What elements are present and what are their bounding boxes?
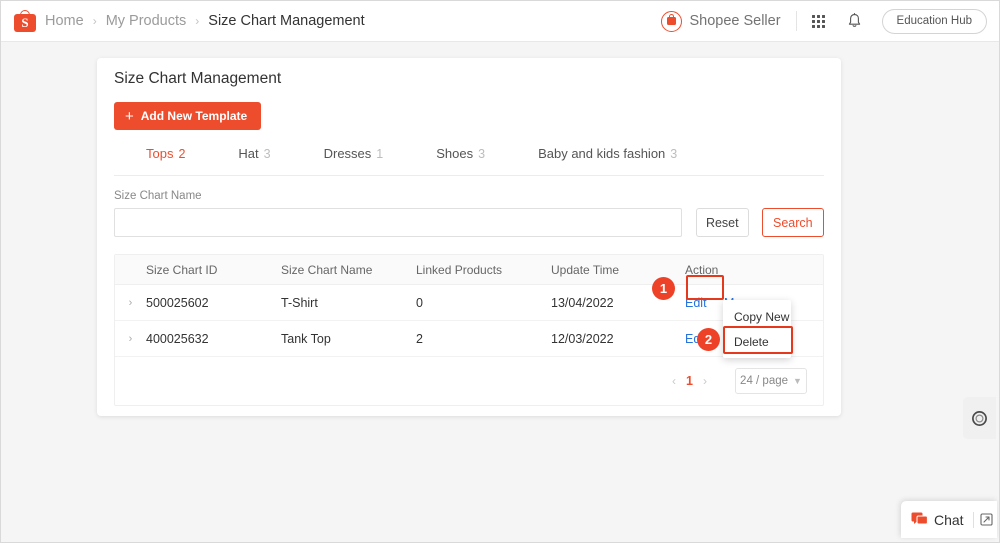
shopee-seller-logo-icon: [661, 10, 683, 32]
tab-hat-label: Hat: [238, 146, 259, 161]
size-chart-table: Size Chart ID Size Chart Name Linked Pro…: [114, 254, 824, 406]
row-size-chart-id: 400025632: [146, 331, 209, 346]
annotation-badge-1: 1: [652, 277, 675, 300]
tab-tops-count: 2: [178, 147, 186, 161]
app-screen: S Home › My Products › Size Chart Manage…: [0, 0, 1000, 543]
apps-grid-icon[interactable]: [811, 14, 825, 28]
row-size-chart-id: 500025602: [146, 295, 209, 310]
pagination-next-chevron-right-icon[interactable]: ›: [693, 374, 717, 388]
row-size-chart-name: Tank Top: [281, 331, 331, 346]
tab-tops[interactable]: Tops 2: [146, 146, 185, 161]
education-hub-label: Education Hub: [896, 15, 972, 27]
breadcrumb-item-current: Size Chart Management: [208, 13, 365, 29]
tab-dresses-label: Dresses: [323, 146, 372, 161]
row-linked-products: 2: [416, 331, 423, 346]
table-header-linked-products: Linked Products: [416, 262, 503, 277]
page-size-label: 24 / page: [740, 375, 789, 387]
pagination-prev-chevron-left-icon[interactable]: ‹: [662, 374, 686, 388]
table-row: › 500025602 T-Shirt 0 13/04/2022 Edit Mo…: [115, 285, 823, 321]
education-hub-button[interactable]: Education Hub: [881, 8, 987, 34]
tab-dresses-count: 1: [376, 147, 384, 161]
page-size-select[interactable]: 24 / page ▼: [735, 368, 807, 394]
annotation-badge-2: 2: [697, 328, 720, 351]
table-header-size-chart-id: Size Chart ID: [146, 262, 218, 277]
tab-baby-and-kids-fashion-count: 3: [670, 147, 678, 161]
pagination-page-1[interactable]: 1: [686, 374, 693, 388]
breadcrumb-item-home[interactable]: Home: [45, 13, 84, 29]
row-update-time: 12/03/2022: [551, 331, 614, 346]
add-new-template-button[interactable]: + Add New Template: [114, 102, 262, 130]
row-expand-chevron-right-icon[interactable]: ›: [115, 297, 146, 309]
breadcrumb: Home › My Products › Size Chart Manageme…: [45, 13, 365, 29]
size-chart-card: Size Chart Management + Add New Template…: [97, 58, 841, 416]
header-right-group: Shopee Seller Education Hub: [661, 1, 987, 41]
row-expand-chevron-right-icon[interactable]: ›: [115, 333, 146, 345]
chat-label: Chat: [934, 511, 964, 528]
table-header-update-time: Update Time: [551, 262, 620, 277]
ring-icon: [972, 410, 987, 426]
table-header-row: Size Chart ID Size Chart Name Linked Pro…: [115, 255, 823, 285]
top-header-bar: S Home › My Products › Size Chart Manage…: [1, 1, 999, 42]
search-button[interactable]: Search: [761, 208, 825, 237]
edit-link[interactable]: Edit: [685, 296, 707, 310]
chat-bubble-icon: [911, 512, 928, 525]
tab-hat[interactable]: Hat 3: [238, 146, 270, 161]
chat-divider: [972, 511, 974, 528]
row-size-chart-name: T-Shirt: [281, 295, 318, 310]
bell-icon[interactable]: [847, 13, 862, 29]
shopee-bag-icon[interactable]: S: [14, 10, 36, 32]
reset-button[interactable]: Reset: [696, 208, 749, 237]
tab-tops-label: Tops: [146, 146, 174, 161]
search-input[interactable]: [114, 208, 683, 237]
tab-hat-count: 3: [263, 147, 271, 161]
copy-new-menu-item[interactable]: Copy New: [723, 304, 791, 329]
more-actions-dropdown: Copy New Delete: [723, 300, 791, 358]
breadcrumb-separator-icon: ›: [92, 14, 97, 28]
row-linked-products: 0: [416, 295, 423, 310]
tab-baby-and-kids-fashion-label: Baby and kids fashion: [538, 146, 666, 161]
breadcrumb-separator-icon: ›: [195, 14, 200, 28]
popout-icon[interactable]: [980, 513, 993, 526]
add-new-template-label: Add New Template: [140, 109, 248, 123]
tab-dresses[interactable]: Dresses 1: [324, 146, 384, 161]
delete-menu-item[interactable]: Delete: [723, 329, 791, 354]
breadcrumb-item-my-products[interactable]: My Products: [106, 13, 187, 29]
search-field-label: Size Chart Name: [114, 190, 202, 202]
side-feedback-tab[interactable]: [963, 397, 996, 439]
search-row: Reset Search: [114, 208, 825, 237]
page-title: Size Chart Management: [114, 70, 282, 87]
tab-shoes-count: 3: [478, 147, 486, 161]
table-pagination: ‹ 1 › 24 / page ▼: [115, 357, 823, 405]
tab-shoes[interactable]: Shoes 3: [436, 146, 485, 161]
chat-widget[interactable]: Chat: [901, 501, 997, 538]
table-header-size-chart-name: Size Chart Name: [281, 262, 373, 277]
header-divider: [795, 11, 797, 31]
table-header-action: Action: [685, 262, 719, 277]
tab-baby-and-kids-fashion[interactable]: Baby and kids fashion 3: [538, 146, 677, 161]
tab-shoes-label: Shoes: [436, 146, 474, 161]
category-tab-bar: Tops 2 Hat 3 Dresses 1 Shoes 3 Baby and kids…: [114, 146, 824, 176]
chevron-down-icon: ▼: [793, 376, 802, 386]
plus-icon: +: [125, 107, 134, 125]
shopee-seller-label: Shopee Seller: [689, 13, 781, 29]
shopee-seller-brand: Shopee Seller: [661, 10, 781, 32]
